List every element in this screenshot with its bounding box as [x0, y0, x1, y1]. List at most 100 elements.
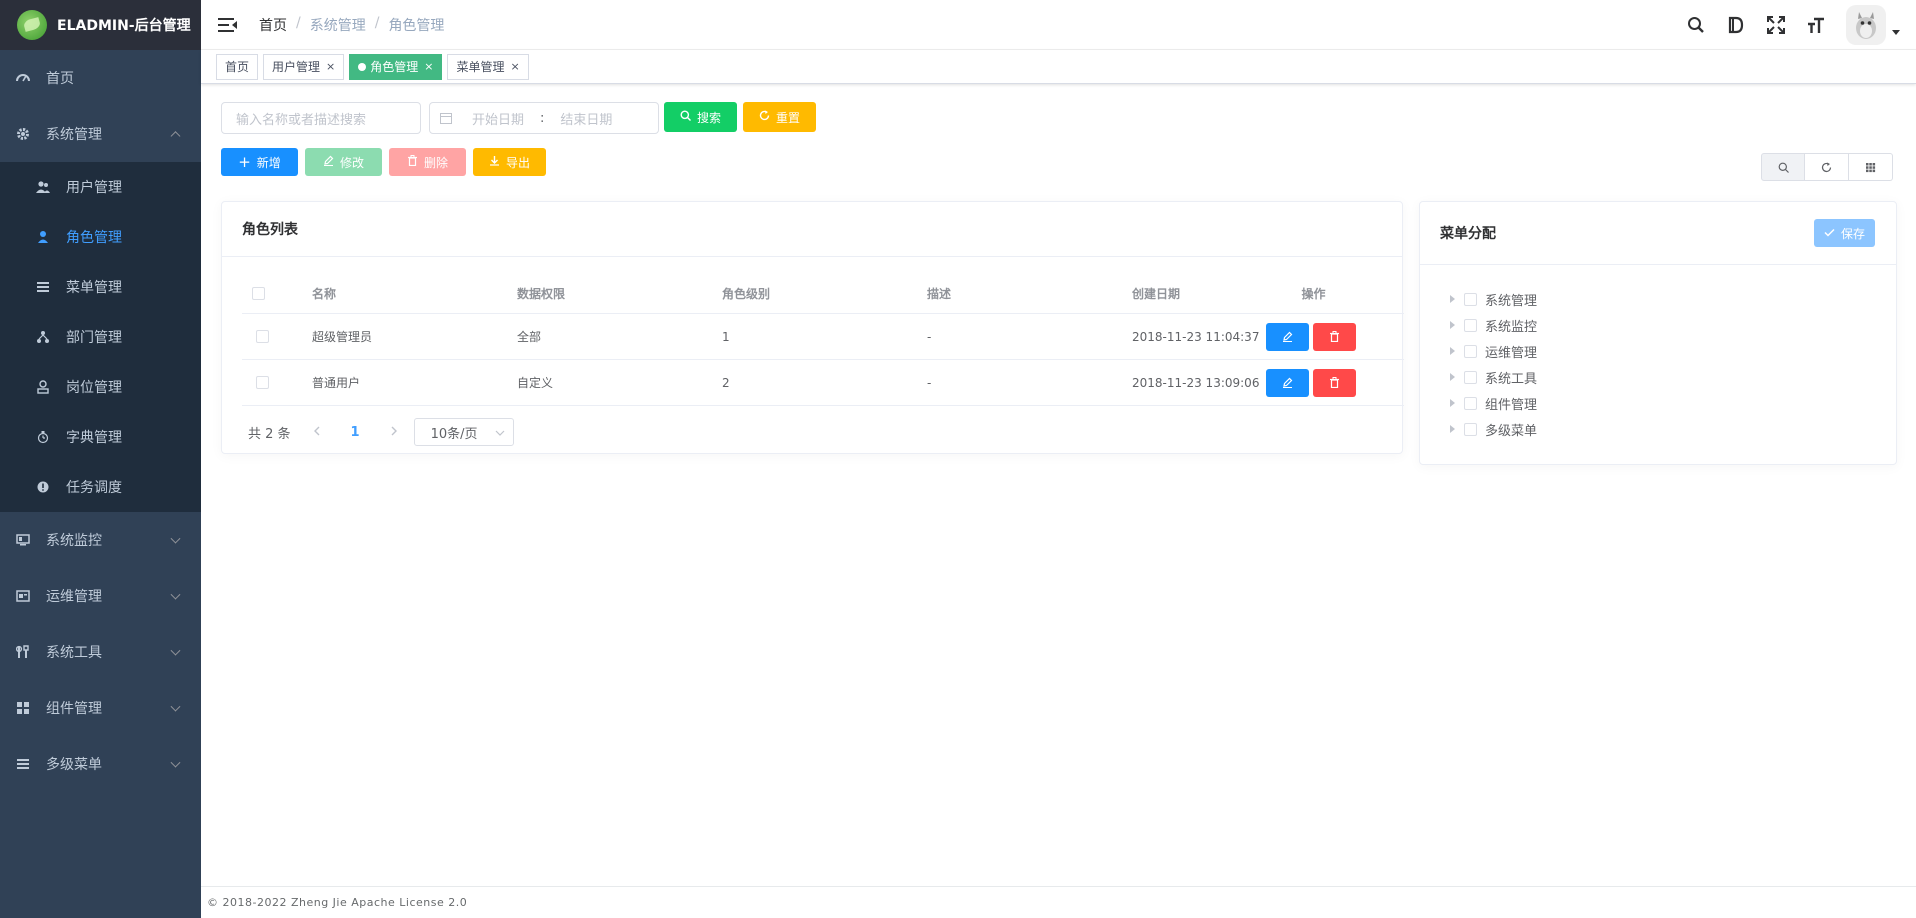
reset-button[interactable]: 重置	[743, 102, 816, 132]
row-delete-button[interactable]	[1313, 322, 1356, 351]
chevron-right-icon[interactable]	[390, 425, 398, 440]
page-size-select[interactable]: 10条/页	[413, 418, 514, 446]
column-header[interactable]: 角色级别	[712, 285, 917, 302]
row-edit-button[interactable]	[1266, 322, 1309, 351]
caret-right-icon[interactable]	[1450, 295, 1455, 303]
dept-icon	[36, 330, 50, 344]
gear-icon	[16, 127, 30, 141]
caret-right-icon[interactable]	[1450, 373, 1455, 381]
columns-button[interactable]	[1849, 153, 1893, 181]
avatar[interactable]	[1846, 5, 1886, 45]
tree-node[interactable]: 系统管理	[1450, 286, 1537, 312]
search-icon[interactable]	[1676, 0, 1716, 50]
ops-icon	[16, 589, 30, 603]
row-checkbox[interactable]	[256, 376, 269, 389]
table-row[interactable]: 超级管理员 全部 1 - 2018-11-23 11:04:37	[242, 314, 1404, 360]
sidebar-item-components[interactable]: 组件管理	[0, 680, 201, 736]
font-size-icon[interactable]	[1796, 0, 1836, 50]
date-start[interactable]: 开始日期	[472, 109, 524, 128]
column-header[interactable]: 创建日期	[1122, 285, 1262, 302]
sidebar-item-tools[interactable]: 系统工具	[0, 624, 201, 680]
sidebar-item-timing[interactable]: 任务调度	[0, 462, 201, 512]
sidebar-item-users[interactable]: 用户管理	[0, 162, 201, 212]
caret-right-icon[interactable]	[1450, 399, 1455, 407]
sidebar-item-label: 组件管理	[46, 701, 102, 717]
sidebar-item-depts[interactable]: 部门管理	[0, 312, 201, 362]
edit-button[interactable]: 修改	[305, 148, 382, 176]
menu-assign-header: 菜单分配 保存	[1420, 202, 1896, 265]
sidebar-item-menus[interactable]: 菜单管理	[0, 262, 201, 312]
chevron-left-icon[interactable]	[313, 425, 321, 440]
tree-node[interactable]: 系统监控	[1450, 312, 1537, 338]
tag-menus[interactable]: 菜单管理 ×	[447, 53, 529, 80]
search-button[interactable]: 搜索	[664, 102, 737, 132]
refresh-icon	[759, 110, 770, 124]
row-delete-button[interactable]	[1313, 368, 1356, 397]
sidebar-item-dicts[interactable]: 字典管理	[0, 412, 201, 462]
monitor-icon	[16, 533, 30, 547]
column-header[interactable]: 描述	[917, 285, 1122, 302]
column-header[interactable]: 名称	[302, 285, 507, 302]
sidebar-item-roles[interactable]: 角色管理	[0, 212, 201, 262]
sidebar-item-monitor[interactable]: 系统监控	[0, 512, 201, 568]
sidebar-item-system[interactable]: 系统管理	[0, 106, 201, 162]
table-row[interactable]: 普通用户 自定义 2 - 2018-11-23 13:09:06	[242, 360, 1404, 406]
sidebar-item-home[interactable]: 首页	[0, 50, 201, 106]
date-end[interactable]: 结束日期	[560, 109, 612, 128]
close-icon[interactable]: ×	[424, 55, 433, 79]
submenu-system: 用户管理 角色管理 菜单管理 部门管理 岗位管理 字典管理 任务调度	[0, 162, 201, 512]
grid-icon	[1866, 162, 1876, 172]
download-icon	[489, 155, 500, 169]
date-range-picker[interactable]: 开始日期 : 结束日期	[429, 102, 659, 134]
close-icon[interactable]: ×	[511, 55, 520, 79]
export-button[interactable]: 导出	[473, 148, 546, 176]
select-all-checkbox[interactable]	[252, 287, 265, 300]
tree-checkbox[interactable]	[1464, 292, 1477, 306]
doc-icon[interactable]	[1716, 0, 1756, 50]
sidebar-item-label: 字典管理	[66, 430, 122, 446]
edit-label: 修改	[339, 155, 364, 170]
tree-node[interactable]: 多级菜单	[1450, 416, 1537, 442]
tag-home[interactable]: 首页	[216, 53, 259, 80]
toggle-search-button[interactable]	[1761, 153, 1805, 181]
caret-right-icon[interactable]	[1450, 321, 1455, 329]
breadcrumb-separator: /	[296, 14, 301, 31]
pagination-page[interactable]: 1	[351, 425, 360, 440]
sidebar-item-nested[interactable]: 多级菜单	[0, 736, 201, 792]
save-button[interactable]: 保存	[1814, 219, 1875, 247]
tree-checkbox[interactable]	[1464, 344, 1477, 358]
logo[interactable]: ELADMIN-后台管理	[0, 0, 201, 50]
column-header[interactable]: 数据权限	[507, 285, 712, 302]
tree-node[interactable]: 系统工具	[1450, 364, 1537, 390]
tag-roles[interactable]: 角色管理 ×	[349, 53, 443, 80]
row-checkbox[interactable]	[256, 330, 269, 343]
cell-created: 2018-11-23 11:04:37	[1132, 329, 1260, 344]
row-edit-button[interactable]	[1266, 368, 1309, 397]
tree-node[interactable]: 组件管理	[1450, 390, 1537, 416]
tag-users[interactable]: 用户管理 ×	[263, 53, 345, 80]
add-button[interactable]: + 新增	[221, 148, 298, 176]
breadcrumb-home[interactable]: 首页	[259, 15, 287, 35]
hamburger-icon[interactable]	[218, 15, 238, 35]
sidebar-item-ops[interactable]: 运维管理	[0, 568, 201, 624]
tag-label: 角色管理	[370, 59, 419, 74]
caret-right-icon[interactable]	[1450, 347, 1455, 355]
search-input[interactable]: 输入名称或者描述搜索	[221, 102, 421, 134]
refresh-button[interactable]	[1805, 153, 1849, 181]
caret-right-icon[interactable]	[1450, 425, 1455, 433]
active-dot-icon	[358, 62, 367, 71]
tree-checkbox[interactable]	[1464, 396, 1477, 410]
tree-checkbox[interactable]	[1464, 422, 1477, 436]
caret-down-icon[interactable]	[1892, 29, 1900, 35]
tree-checkbox[interactable]	[1464, 370, 1477, 384]
tree-checkbox[interactable]	[1464, 318, 1477, 332]
close-icon[interactable]: ×	[326, 55, 335, 79]
tree-label: 多级菜单	[1485, 423, 1538, 439]
footer: © 2018-2022 Zheng Jie Apache License 2.0	[201, 886, 1916, 918]
delete-button[interactable]: 删除	[389, 148, 466, 176]
tree-node[interactable]: 运维管理	[1450, 338, 1537, 364]
export-label: 导出	[505, 155, 530, 170]
sidebar-item-posts[interactable]: 岗位管理	[0, 362, 201, 412]
calendar-icon	[440, 112, 452, 124]
fullscreen-icon[interactable]	[1756, 0, 1796, 50]
